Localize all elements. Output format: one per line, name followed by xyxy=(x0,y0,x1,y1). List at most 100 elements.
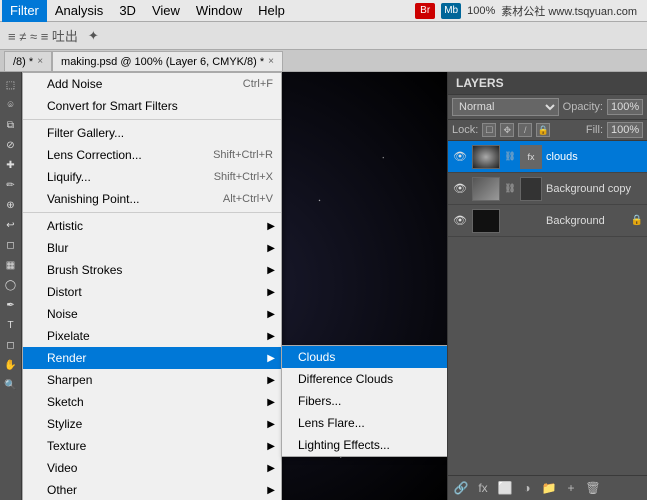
lock-paint-icon[interactable]: / xyxy=(518,123,532,137)
layer-thumb-bg-copy xyxy=(472,177,500,201)
toolbar: ≡ ≠ ≈ ≡ 吐出 ✦ xyxy=(0,22,647,50)
layer-lock-background: 🔒 xyxy=(631,215,643,226)
layer-row-clouds[interactable]: 👁 ⛓ fx clouds xyxy=(448,141,647,173)
menubar-item-help[interactable]: Help xyxy=(250,0,293,22)
menu-distort[interactable]: Distort ▶ xyxy=(23,281,281,303)
layer-eye-background[interactable]: 👁 xyxy=(452,213,468,229)
menu-vanishing-point-label: Vanishing Point... xyxy=(47,192,140,206)
menu-brush-strokes-label: Brush Strokes xyxy=(47,263,122,277)
layers-footer: 🔗 fx ⬜ ◑ 📁 + 🗑 xyxy=(448,475,647,500)
layer-fx-clouds: fx xyxy=(520,145,542,169)
tool-crop[interactable]: ⧉ xyxy=(2,116,20,134)
menu-filter-gallery[interactable]: Filter Gallery... xyxy=(23,122,281,144)
menu-noise-label: Noise xyxy=(47,307,78,321)
tool-heal[interactable]: ✚ xyxy=(2,156,20,174)
menu-stylize[interactable]: Stylize ▶ xyxy=(23,413,281,435)
layer-eye-clouds[interactable]: 👁 xyxy=(452,149,468,165)
layer-eye-bg-copy[interactable]: 👁 xyxy=(452,181,468,197)
lock-check-icon[interactable]: ☐ xyxy=(482,123,496,137)
menu-lens-correction[interactable]: Lens Correction... Shift+Ctrl+R xyxy=(23,144,281,166)
tool-zoom[interactable]: 🔍 xyxy=(2,376,20,394)
tool-hand[interactable]: ✋ xyxy=(2,356,20,374)
tool-lasso[interactable]: ⌾ xyxy=(2,96,20,114)
layer-link-btn[interactable]: 🔗 xyxy=(452,479,470,497)
menubar-item-view[interactable]: View xyxy=(144,0,188,22)
menu-lens-correction-shortcut: Shift+Ctrl+R xyxy=(193,149,273,161)
zoom-level: 100% xyxy=(467,5,495,17)
layer-fx-btn[interactable]: fx xyxy=(474,479,492,497)
menu-convert-smart[interactable]: Convert for Smart Filters xyxy=(23,95,281,117)
submenu-difference-clouds[interactable]: Difference Clouds xyxy=(282,368,447,390)
menubar-item-analysis[interactable]: Analysis xyxy=(47,0,111,22)
menu-blur[interactable]: Blur ▶ xyxy=(23,237,281,259)
menu-video[interactable]: Video ▶ xyxy=(23,457,281,479)
tool-text[interactable]: T xyxy=(2,316,20,334)
menu-pixelate[interactable]: Pixelate ▶ xyxy=(23,325,281,347)
layers-title: LAYERS xyxy=(456,76,504,90)
menu-vanishing-point[interactable]: Vanishing Point... Alt+Ctrl+V xyxy=(23,188,281,210)
layer-thumb-clouds xyxy=(472,145,500,169)
layer-name-bg-copy: Background copy xyxy=(546,183,643,195)
tool-pen[interactable]: ✒ xyxy=(2,296,20,314)
main-area: ⬚ ⌾ ⧉ ⊘ ✚ ✏ ⊕ ↩ ◻ ▦ ◯ ✒ T ◻ ✋ 🔍 Add Nois… xyxy=(0,72,647,500)
tab-first-close[interactable]: × xyxy=(37,56,43,67)
blend-mode-select[interactable]: Normal xyxy=(452,98,559,116)
submenu-fibers[interactable]: Fibers... xyxy=(282,390,447,412)
menu-noise[interactable]: Noise ▶ xyxy=(23,303,281,325)
tool-stamp[interactable]: ⊕ xyxy=(2,196,20,214)
tool-gradient[interactable]: ▦ xyxy=(2,256,20,274)
menu-brush-strokes[interactable]: Brush Strokes ▶ xyxy=(23,259,281,281)
menubar-item-3d[interactable]: 3D xyxy=(111,0,144,22)
menu-convert-smart-label: Convert for Smart Filters xyxy=(47,99,178,113)
layer-name-background: Background xyxy=(546,215,627,227)
menu-artistic-arrow: ▶ xyxy=(267,221,275,232)
layer-add-btn[interactable]: + xyxy=(562,479,580,497)
menu-artistic-label: Artistic xyxy=(47,219,83,233)
layers-lock-row: Lock: ☐ ✥ / 🔒 Fill: 100% xyxy=(448,120,647,141)
menu-texture[interactable]: Texture ▶ xyxy=(23,435,281,457)
menubar-item-filter[interactable]: Filter xyxy=(2,0,47,22)
tool-eyedropper[interactable]: ⊘ xyxy=(2,136,20,154)
menu-sharpen[interactable]: Sharpen ▶ xyxy=(23,369,281,391)
layer-mask-btn[interactable]: ⬜ xyxy=(496,479,514,497)
menu-lens-correction-label: Lens Correction... xyxy=(47,148,142,162)
canvas-area: Add Noise Ctrl+F Convert for Smart Filte… xyxy=(22,72,447,500)
menu-sketch[interactable]: Sketch ▶ xyxy=(23,391,281,413)
menu-brush-strokes-arrow: ▶ xyxy=(267,265,275,276)
menu-stylize-label: Stylize xyxy=(47,417,82,431)
tool-history[interactable]: ↩ xyxy=(2,216,20,234)
menu-artistic[interactable]: Artistic ▶ xyxy=(23,215,281,237)
left-toolbar: ⬚ ⌾ ⧉ ⊘ ✚ ✏ ⊕ ↩ ◻ ▦ ◯ ✒ T ◻ ✋ 🔍 xyxy=(0,72,22,500)
menu-render[interactable]: Render ▶ Clouds Difference Clouds Fibers… xyxy=(23,347,281,369)
menu-stylize-arrow: ▶ xyxy=(267,419,275,430)
fill-value: 100% xyxy=(607,122,643,138)
tab-making-close[interactable]: × xyxy=(268,56,274,67)
menu-pixelate-arrow: ▶ xyxy=(267,331,275,342)
menubar-item-window[interactable]: Window xyxy=(188,0,250,22)
menu-video-arrow: ▶ xyxy=(267,463,275,474)
menu-sketch-label: Sketch xyxy=(47,395,84,409)
layer-row-bg-copy[interactable]: 👁 ⛓ Background copy xyxy=(448,173,647,205)
layer-group-btn[interactable]: 📁 xyxy=(540,479,558,497)
menu-other[interactable]: Other ▶ xyxy=(23,479,281,500)
submenu-clouds[interactable]: Clouds xyxy=(282,346,447,368)
lock-label: Lock: xyxy=(452,124,478,136)
tool-marquee[interactable]: ⬚ xyxy=(2,76,20,94)
tool-brush[interactable]: ✏ xyxy=(2,176,20,194)
submenu-lens-flare[interactable]: Lens Flare... xyxy=(282,412,447,434)
menu-liquify[interactable]: Liquify... Shift+Ctrl+X xyxy=(23,166,281,188)
tab-first[interactable]: /8) * × xyxy=(4,51,52,71)
tab-making[interactable]: making.psd @ 100% (Layer 6, CMYK/8) * × xyxy=(52,51,283,71)
lock-move-icon[interactable]: ✥ xyxy=(500,123,514,137)
lock-all-icon[interactable]: 🔒 xyxy=(536,123,550,137)
menu-add-noise[interactable]: Add Noise Ctrl+F xyxy=(23,73,281,95)
layer-adj-btn[interactable]: ◑ xyxy=(518,479,536,497)
layer-row-background[interactable]: 👁 Background 🔒 xyxy=(448,205,647,237)
tool-dodge[interactable]: ◯ xyxy=(2,276,20,294)
tool-eraser[interactable]: ◻ xyxy=(2,236,20,254)
submenu-lighting-effects[interactable]: Lighting Effects... xyxy=(282,434,447,456)
layer-delete-btn[interactable]: 🗑 xyxy=(584,479,602,497)
menu-sharpen-label: Sharpen xyxy=(47,373,92,387)
menubar: Filter Analysis 3D View Window Help Br M… xyxy=(0,0,647,22)
tool-shape[interactable]: ◻ xyxy=(2,336,20,354)
